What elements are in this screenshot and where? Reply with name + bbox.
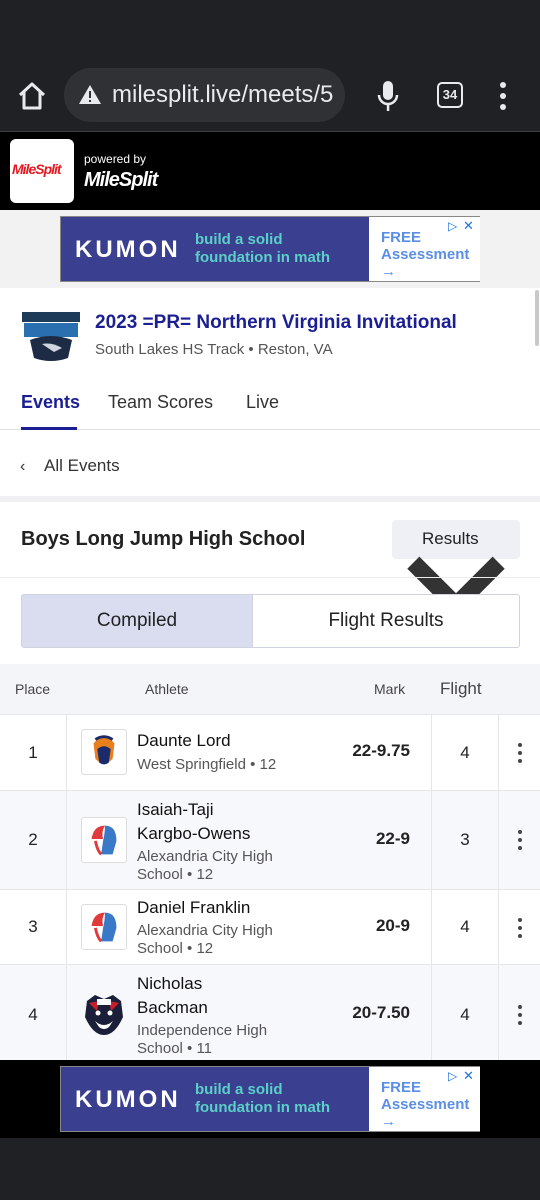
table-row[interactable]: 3 Daniel Franklin Alexandria City High S…: [0, 889, 540, 964]
row-menu-icon[interactable]: [514, 917, 526, 939]
row-menu-icon[interactable]: [514, 829, 526, 851]
tab-switcher-button[interactable]: 34: [437, 82, 463, 108]
athlete-team: Alexandria City High School • 12: [137, 848, 273, 883]
meet-tabs: Events Team Scores Live: [0, 384, 540, 430]
status-bar: [0, 0, 540, 60]
flight-cell: 3: [431, 791, 499, 889]
microphone-icon[interactable]: [374, 78, 402, 114]
results-dropdown[interactable]: Results: [392, 520, 520, 618]
athlete-team: Alexandria City High School • 12: [137, 922, 273, 957]
place-cell: 2: [0, 791, 67, 889]
divider: [0, 577, 540, 578]
header-flight[interactable]: Flight: [440, 679, 482, 699]
ad-container-bottom: KUMON build a solid foundation in math F…: [0, 1060, 540, 1138]
place-cell: 1: [0, 715, 67, 790]
table-header: Place Athlete Mark Flight: [0, 664, 540, 714]
athlete-team: Independence High School • 11: [137, 1022, 268, 1057]
milesplit-header: MileSplit powered by MileSplit: [0, 132, 540, 210]
ad-tagline: build a solid foundation in math: [195, 231, 330, 266]
home-icon[interactable]: [14, 78, 50, 114]
adchoices-icon[interactable]: ▷: [448, 1069, 460, 1083]
place-cell: 4: [0, 965, 67, 1060]
compiled-toggle[interactable]: Compiled: [21, 594, 253, 648]
overflow-menu-icon[interactable]: [496, 80, 510, 112]
athlete-team: West Springfield • 12: [137, 756, 277, 773]
team-logo-titan: [81, 904, 127, 950]
kumon-ad-banner[interactable]: KUMON build a solid foundation in math F…: [60, 216, 480, 282]
tab-live[interactable]: Live: [246, 392, 279, 413]
header-athlete[interactable]: Athlete: [145, 681, 189, 697]
athlete-name[interactable]: Daunte Lord: [137, 729, 231, 753]
event-title: Boys Long Jump High School: [21, 528, 306, 550]
main-content: 2023 =PR= Northern Virginia Invitational…: [0, 288, 540, 1060]
all-events-link[interactable]: ‹ All Events: [20, 456, 120, 476]
mark-cell: 20-9: [375, 916, 410, 935]
meet-venue: South Lakes HS Track • Reston, VA: [95, 341, 333, 358]
meet-title[interactable]: 2023 =PR= Northern Virginia Invitational: [95, 312, 457, 334]
athlete-name[interactable]: Daniel Franklin: [137, 896, 250, 920]
ad-brand: KUMON: [75, 1086, 181, 1113]
seahawks-logo: [22, 312, 80, 361]
mark-cell: 20-7.50: [352, 1003, 410, 1022]
table-row[interactable]: 2 Isaiah-Taji Kargbo-Owens Alexandria Ci…: [0, 790, 540, 889]
results-table: Place Athlete Mark Flight 1 Daunte Lord …: [0, 664, 540, 1060]
section-divider: [0, 496, 540, 502]
chevron-left-icon: ‹: [20, 458, 26, 475]
table-row[interactable]: 4 Nicholas Backman Independence High Sch…: [0, 964, 540, 1060]
row-menu-icon[interactable]: [514, 1004, 526, 1026]
ad-container-top: KUMON build a solid foundation in math F…: [0, 210, 540, 288]
warning-icon[interactable]: [78, 83, 102, 107]
tab-team-scores[interactable]: Team Scores: [108, 392, 213, 413]
system-nav-bar: [0, 1138, 540, 1200]
ad-brand: KUMON: [75, 236, 181, 263]
ad-close-icon[interactable]: ✕: [463, 219, 477, 233]
powered-by-label: powered by: [84, 152, 147, 166]
tab-events[interactable]: Events: [21, 392, 80, 413]
ad-tagline: build a solid foundation in math: [195, 1081, 330, 1116]
table-row[interactable]: 1 Daunte Lord West Springfield • 12 22-9…: [0, 714, 540, 790]
flight-cell: 4: [431, 965, 499, 1060]
browser-toolbar: milesplit.live/meets/5 34: [0, 60, 540, 132]
mark-cell: 22-9: [375, 829, 410, 848]
team-logo-titan: [81, 817, 127, 863]
ad-cta[interactable]: FREE Assessment → ▷ ✕: [369, 1067, 480, 1131]
milesplit-logo[interactable]: MileSplit: [10, 139, 74, 203]
page-scrollbar[interactable]: [535, 290, 539, 346]
athlete-name[interactable]: Nicholas Backman: [137, 972, 208, 1020]
flight-cell: 4: [431, 890, 499, 964]
active-tab-indicator: [21, 427, 77, 430]
row-menu-icon[interactable]: [514, 742, 526, 764]
kumon-ad-banner[interactable]: KUMON build a solid foundation in math F…: [60, 1066, 480, 1132]
athlete-name[interactable]: Isaiah-Taji Kargbo-Owens: [137, 798, 250, 846]
mark-cell: 22-9.75: [352, 741, 410, 760]
team-logo-spartan: [81, 729, 127, 775]
place-cell: 3: [0, 890, 67, 964]
flight-results-toggle[interactable]: Flight Results: [252, 594, 520, 648]
header-place[interactable]: Place: [15, 681, 50, 697]
address-bar[interactable]: milesplit.live/meets/5: [64, 68, 345, 122]
ad-close-icon[interactable]: ✕: [463, 1069, 477, 1083]
header-mark[interactable]: Mark: [374, 681, 405, 697]
adchoices-icon[interactable]: ▷: [448, 219, 460, 233]
flight-cell: 4: [431, 715, 499, 790]
url-text[interactable]: milesplit.live/meets/5: [112, 81, 333, 109]
powered-by-logo: MileSplit: [84, 169, 158, 191]
ad-cta[interactable]: FREE Assessment → ▷ ✕: [369, 217, 480, 281]
team-logo-tiger: [85, 995, 123, 1035]
